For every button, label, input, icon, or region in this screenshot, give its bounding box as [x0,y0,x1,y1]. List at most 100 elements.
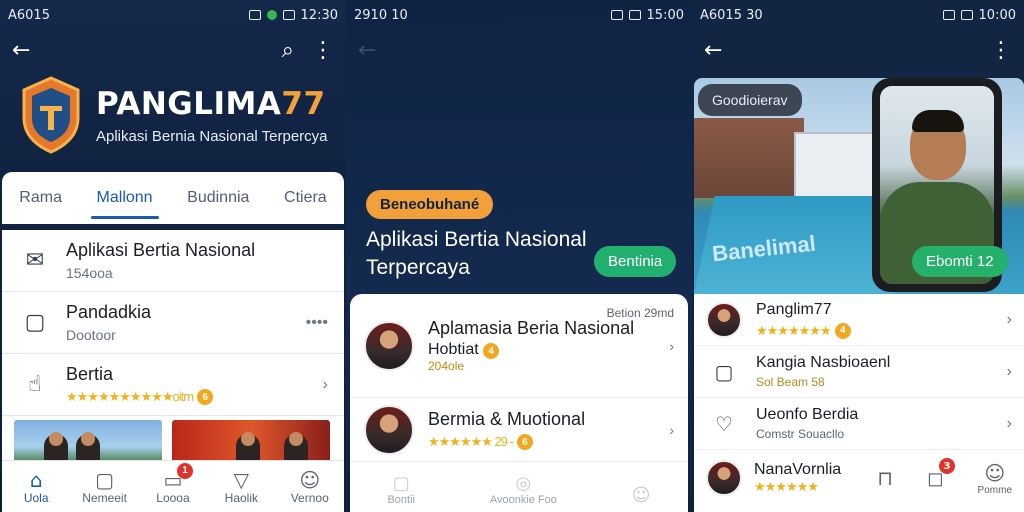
battery-icon [960,10,973,20]
triangle-icon: ▽ [233,467,250,492]
rating: ★★★★★★★★★★oitm 6 [66,389,214,405]
box-icon: ▢ [24,310,46,335]
item-title: Aplikasi Bertia Nasional [66,240,256,260]
profile-list: Panglim77 ★★★★★★★ 4 › ▢ Kangia Nasbioaen… [694,294,1024,512]
item-subtitle: Sol Beam 58 [756,375,825,389]
brand-header: PANGLIMA77 Aplikasi Bernia Nasional Terp… [0,72,346,172]
tab-ctiera[interactable]: Ctiera [274,175,337,221]
nav-fourth[interactable]: ▽ Haolik [211,469,271,505]
status-left: A6015 30 [700,7,763,23]
nav-item[interactable]: ◎ Avoonkie Foo [490,473,557,506]
bottom-nav: ⌂ Uola ▢ Nemeeit ▭ 1 Loooa ▽ Haolik ☺ Ve… [2,460,344,512]
chevron-right-icon[interactable]: › [669,338,674,354]
status-left: 2910 10 [354,7,408,23]
item-title: Panglim77 [756,300,832,318]
status-icons: 12:30 [248,8,338,23]
status-icons: 15:00 [610,8,684,23]
status-left: A6015 [8,7,50,23]
battery-icon [282,10,295,20]
item-title: Bermia & Muotional [428,409,586,429]
brand-title: PANGLIMA77 [96,85,326,122]
screen-home: A6015 12:30 ← ⌕ ⋮ PANGLIMA77 Aplikasi Be… [0,0,346,512]
thumbnail-image[interactable] [172,420,330,464]
search-icon[interactable]: ⌕ [282,40,294,62]
heart-icon: ♡ [715,411,733,436]
more-vert-icon[interactable]: ⋮ [990,40,1012,62]
list-item[interactable]: ✉ Aplikasi Bertia Nasional 154ooa [2,230,344,292]
square-icon: ▢ [95,467,115,492]
top-app-bar: ← ⋮ [692,30,1024,72]
list-item[interactable]: ♡ Ueonfo Berdia Comstr Souacllo › [694,398,1024,450]
cta-button[interactable]: Ebomti 12 [912,246,1008,277]
bottom-nav: NanaVornlia ★★★★★★ ⊓ ◻ 3 ☺ Pomme [694,450,1024,506]
hero-title: Aplikasi Bertia Nasional Terpercaya [366,228,587,279]
brand-subtitle: Aplikasi Bernia Nasional Terpercya [96,127,328,145]
item-title: Pandadkia [66,302,152,322]
item-subtitle: Comstr Souacllo [756,427,845,441]
thumbnail-image[interactable] [14,420,162,464]
chevron-right-icon[interactable]: › [1007,363,1012,381]
notification-badge: 3 [938,458,955,474]
tab-bar: Rama Mallonn Budinnia Ctiera [2,172,344,224]
rating: ★★★★★★ 29 - 6 [428,434,669,450]
nav-item[interactable]: ☺ [632,485,651,506]
avatar [706,460,742,496]
screen-feature: 2910 10 15:00 ← Beneobuhané Aplikasi Ber… [346,0,692,512]
status-bar: A6015 12:30 [0,0,346,30]
app-collage: A6015 12:30 ← ⌕ ⋮ PANGLIMA77 Aplikasi Be… [0,0,1024,512]
chat-icon[interactable]: ◻ 3 [927,458,955,490]
user-icon: ☺ [631,485,651,506]
item-title: Bertia [66,364,114,384]
back-arrow-icon[interactable]: ← [704,40,722,62]
more-horiz-icon[interactable]: •••• [306,314,328,332]
cta-button[interactable]: Bentinia [594,246,677,277]
coin-icon: 4 [834,322,851,339]
back-arrow-icon[interactable]: ← [12,40,30,62]
avatar [364,404,414,455]
list-item[interactable]: ☝ Bertia ★★★★★★★★★★oitm 6 › [2,354,344,416]
nav-profile[interactable]: ☺ Vernoo [280,469,340,505]
thumbnail-strip [14,420,330,464]
signal-icon [610,10,623,20]
building-image [694,118,804,198]
envelope-open-icon: ✉ [25,248,45,273]
list-item[interactable]: Bermia & Muotional ★★★★★★ 29 - 6 › [350,398,688,462]
status-time: 10:00 [978,7,1016,23]
list-item[interactable]: ▢ Pandadkia Dootoor •••• [2,292,344,354]
item-subtitle: Dootoor [66,327,116,343]
rating: ★★★★★★★ 4 [756,322,1007,339]
nav-messages[interactable]: ▭ 1 Loooa [143,462,203,505]
notification-icon [266,10,277,20]
chair-icon[interactable]: ⊓ [877,466,893,490]
list-item[interactable]: Panglim77 ★★★★★★★ 4 › [694,294,1024,346]
tab-rama[interactable]: Rama [9,175,72,221]
top-app-bar: ← ⌕ ⋮ [0,30,346,72]
chevron-right-icon[interactable]: › [323,376,328,394]
more-vert-icon[interactable]: ⋮ [312,40,334,62]
nav-second[interactable]: ▢ Nemeeit [75,469,135,505]
list-item[interactable]: ▢ Kangia Nasbioaenl Sol Beam 58 › [694,346,1024,398]
item-title: Aplamasia Beria Nasional [428,317,635,338]
category-pill[interactable]: Beneobuhané [366,190,494,219]
signal-icon [942,10,955,20]
screen-profile: A6015 30 10:00 ← ⋮ Banelimal Goodioierav [692,0,1024,512]
coin-icon: 6 [516,434,533,450]
chevron-right-icon[interactable]: › [1007,415,1012,433]
home-icon: ⌂ [29,467,43,492]
item-title: Ueonfo Berdia [756,406,859,423]
user-icon: ☺ [299,467,321,492]
status-icons: 10:00 [942,7,1016,23]
rating: ★★★★★★ [754,479,819,494]
back-arrow-icon[interactable]: ← [358,40,376,62]
coin-icon: 4 [483,343,500,360]
item-title: Kangia Nasbioaenl [756,354,891,371]
avatar [706,301,742,338]
user-icon[interactable]: ☺ Pomme [978,461,1012,496]
nav-home[interactable]: ⌂ Uola [6,469,66,505]
nav-item[interactable]: ▢ Bontii [387,473,415,506]
tab-budinnia[interactable]: Budinnia [177,175,259,221]
chevron-right-icon[interactable]: › [669,422,674,438]
chevron-right-icon[interactable]: › [1007,311,1012,329]
tab-mallonn[interactable]: Mallonn [87,175,163,221]
top-app-bar: ← [346,30,692,72]
